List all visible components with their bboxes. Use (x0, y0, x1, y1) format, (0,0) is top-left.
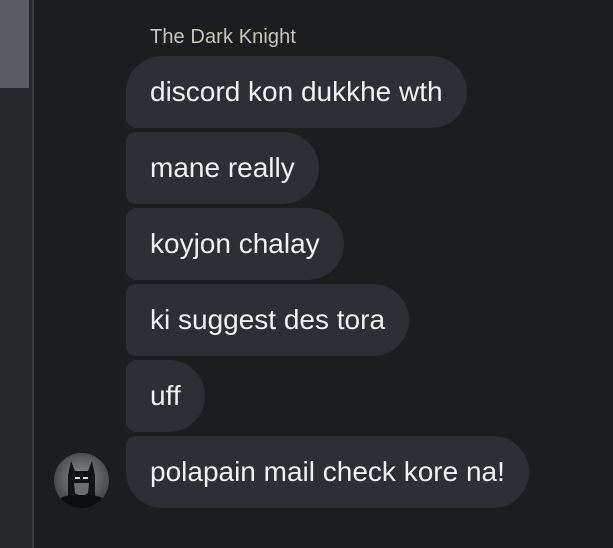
message-text: ki suggest des tora (150, 304, 386, 335)
message-bubble[interactable]: mane really (126, 132, 319, 204)
batman-avatar-icon[interactable] (54, 453, 109, 508)
message-bubble[interactable]: koyjon chalay (126, 208, 344, 280)
message-text: koyjon chalay (150, 228, 320, 259)
message-bubble[interactable]: polapain mail check kore na! (126, 436, 529, 508)
message-bubble[interactable]: ki suggest des tora (126, 284, 410, 356)
message-text: polapain mail check kore na! (150, 456, 505, 487)
chat-window: The Dark Knight discord kon dukkhe wth m… (0, 0, 613, 548)
scrollbar-thumb[interactable] (0, 0, 29, 88)
sender-name: The Dark Knight (150, 26, 297, 48)
message-text: uff (150, 380, 181, 411)
message-bubble[interactable]: discord kon dukkhe wth (126, 56, 467, 128)
left-panel (0, 0, 32, 548)
message-text: discord kon dukkhe wth (150, 76, 443, 107)
message-bubble[interactable]: uff (126, 360, 205, 432)
message-thread: The Dark Knight discord kon dukkhe wth m… (34, 0, 613, 548)
message-text: mane really (150, 152, 295, 183)
